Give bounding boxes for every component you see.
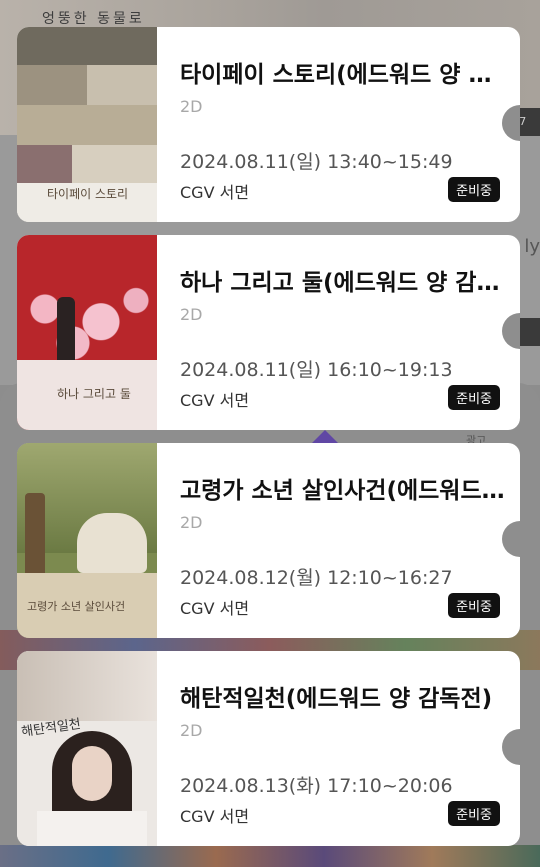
- showtime: 2024.08.11(일) 16:10~19:13: [180, 359, 453, 381]
- theater-name: CGV 서면: [180, 391, 250, 410]
- status-badge: 준비중: [448, 177, 500, 202]
- movie-title: 하나 그리고 둘(에드워드 양 감독전): [180, 270, 505, 296]
- movie-poster: 고령가 소년 살인사건: [17, 443, 157, 638]
- ticket-notch: [502, 521, 520, 557]
- theater-name: CGV 서면: [180, 183, 250, 202]
- poster-title-text: 타이페이 스토리: [47, 187, 129, 201]
- status-badge: 준비중: [448, 801, 500, 826]
- theater-name: CGV 서면: [180, 599, 250, 618]
- showtime: 2024.08.13(화) 17:10~20:06: [180, 775, 453, 797]
- ticket-notch: [502, 105, 520, 141]
- movie-poster: 해탄적일천: [17, 651, 157, 846]
- ticket-card[interactable]: 고령가 소년 살인사건 고령가 소년 살인사건(에드워드 양 감독전) 2D 2…: [17, 443, 520, 638]
- poster-title-text: 고령가 소년 살인사건: [27, 600, 126, 613]
- screen-format: 2D: [180, 97, 203, 116]
- movie-title: 타이페이 스토리(에드워드 양 감독전): [180, 62, 505, 88]
- movie-poster: 타이페이 스토리: [17, 27, 157, 222]
- theater-name: CGV 서면: [180, 807, 250, 826]
- ticket-notch: [502, 729, 520, 765]
- background-poster-strip: [0, 845, 540, 867]
- background-banner-title: 엉뚱한 동물로: [42, 11, 145, 27]
- ticket-card[interactable]: 타이페이 스토리 타이페이 스토리(에드워드 양 감독전) 2D 2024.08…: [17, 27, 520, 222]
- status-badge: 준비중: [448, 593, 500, 618]
- movie-title: 해탄적일천(에드워드 양 감독전): [180, 686, 493, 712]
- screen-format: 2D: [180, 305, 203, 324]
- background-edge-text: ly: [524, 236, 540, 257]
- movie-title: 고령가 소년 살인사건(에드워드 양 감독전): [180, 478, 505, 504]
- screen-format: 2D: [180, 513, 203, 532]
- movie-poster: 하나 그리고 둘: [17, 235, 157, 430]
- screen-format: 2D: [180, 721, 203, 740]
- status-badge: 준비중: [448, 385, 500, 410]
- ticket-card[interactable]: 해탄적일천 해탄적일천(에드워드 양 감독전) 2D 2024.08.13(화)…: [17, 651, 520, 846]
- ticket-notch: [502, 313, 520, 349]
- ticket-card[interactable]: 하나 그리고 둘 하나 그리고 둘(에드워드 양 감독전) 2D 2024.08…: [17, 235, 520, 430]
- showtime: 2024.08.11(일) 13:40~15:49: [180, 151, 453, 173]
- showtime: 2024.08.12(월) 12:10~16:27: [180, 567, 453, 589]
- poster-title-text: 하나 그리고 둘: [57, 387, 131, 401]
